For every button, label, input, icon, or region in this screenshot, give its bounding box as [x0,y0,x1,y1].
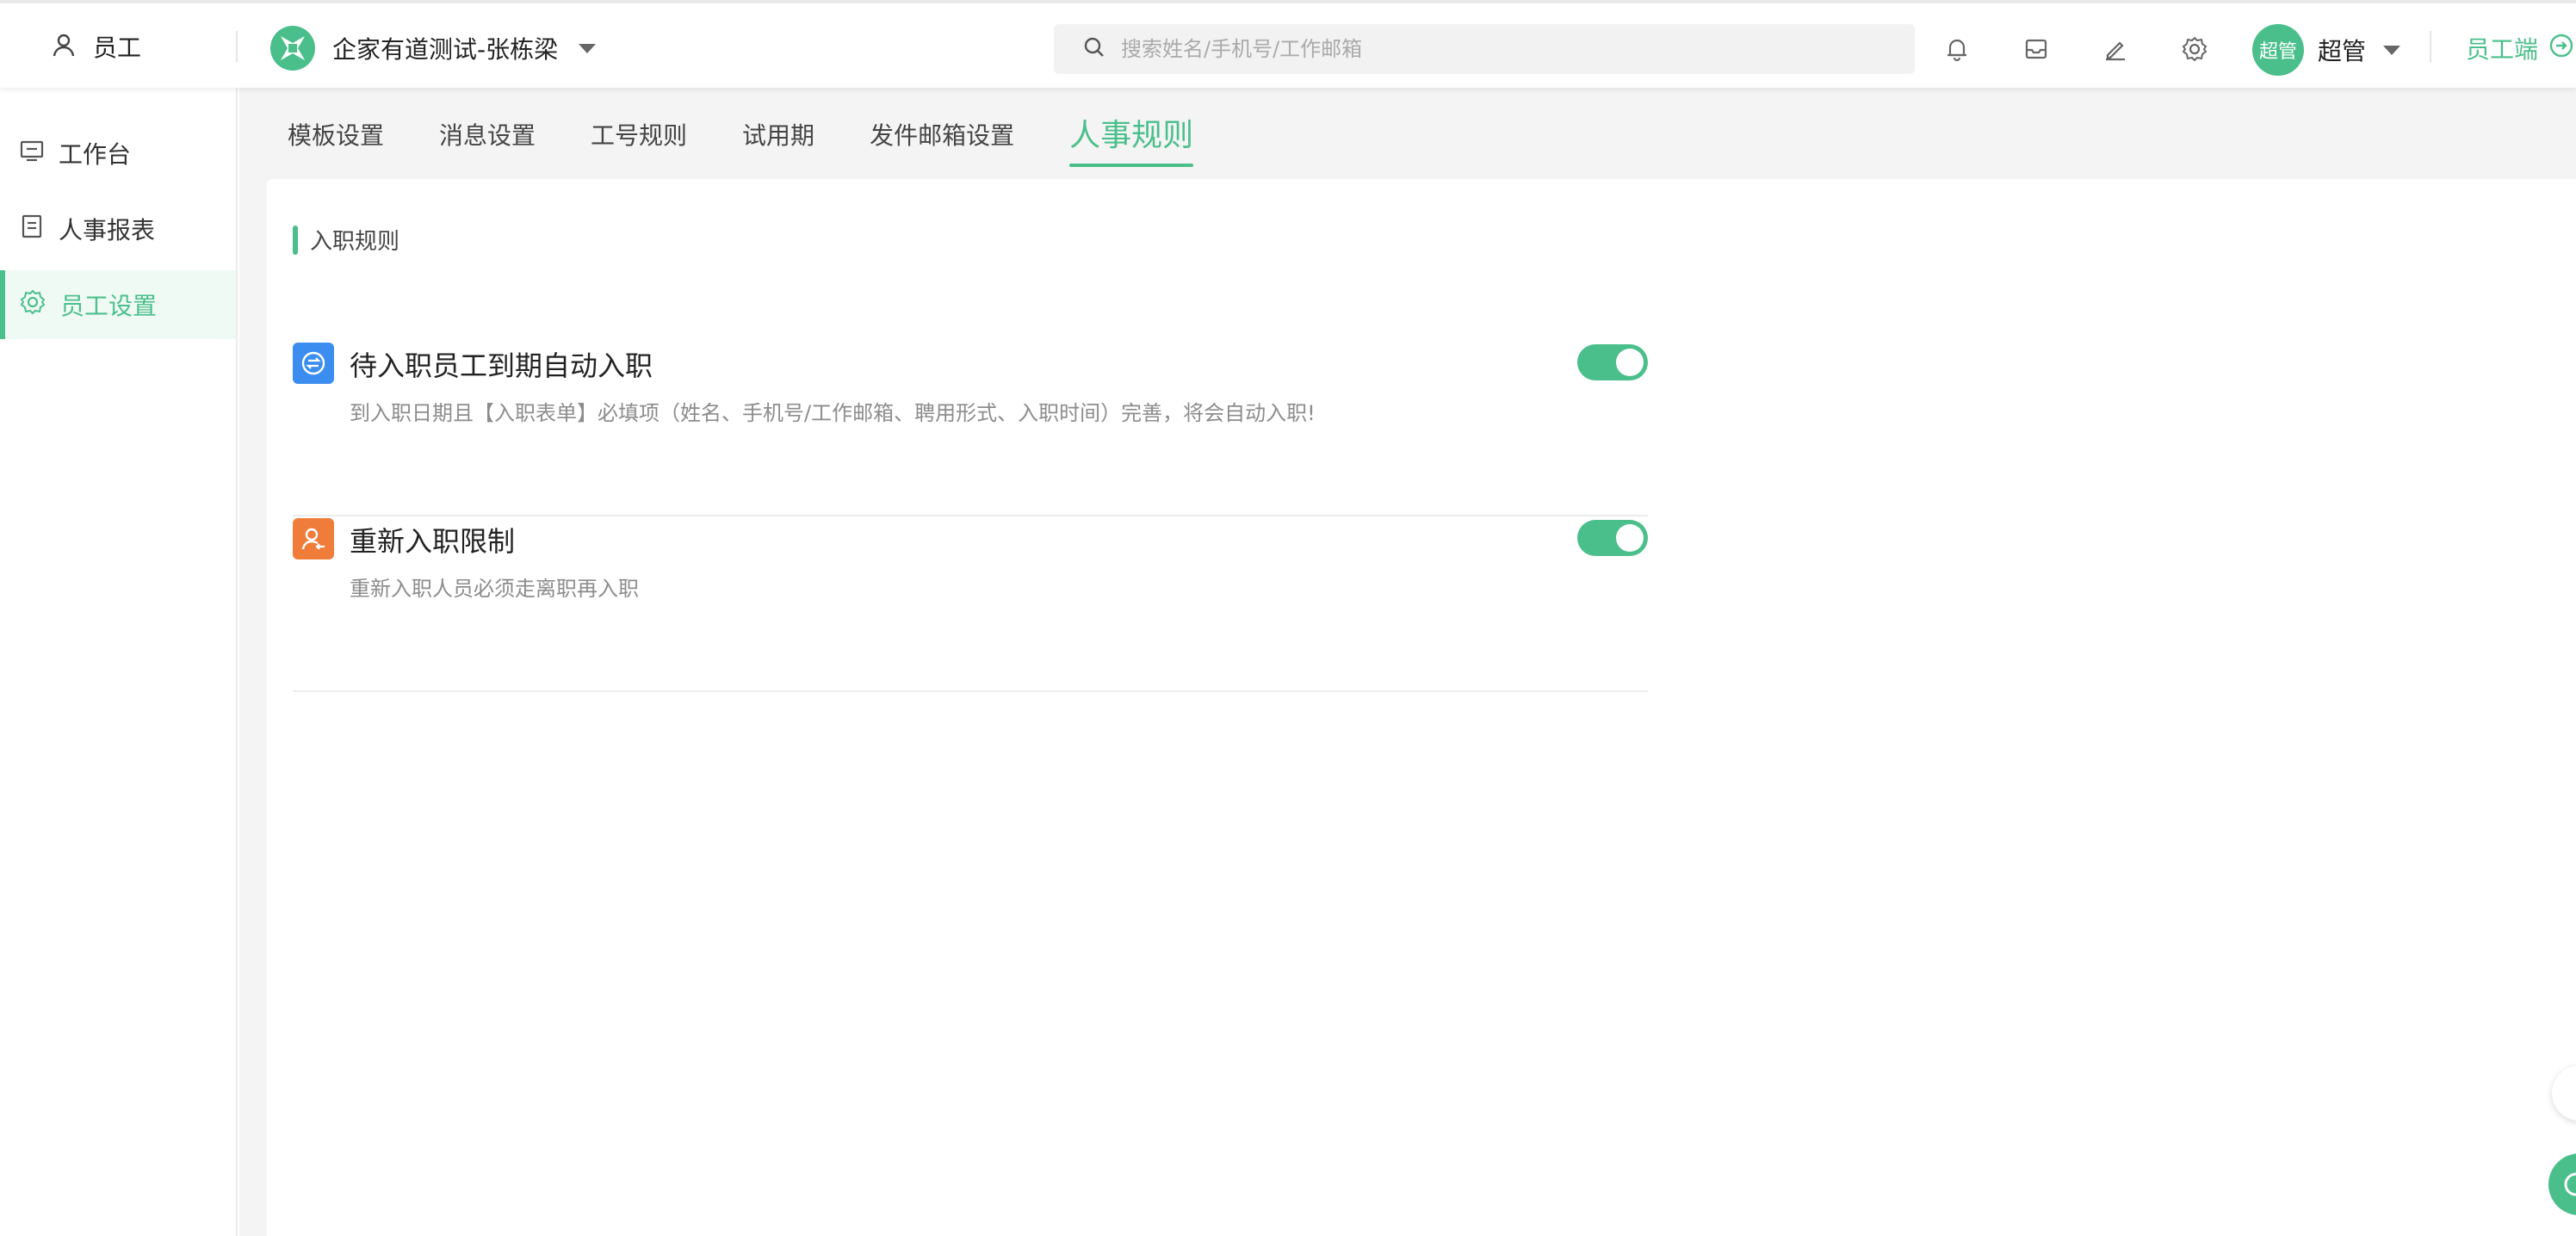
toggle-knob [1616,524,1644,552]
sidebar-item-label: 工作台 [59,140,132,169]
app-label: 员工 [93,34,142,62]
tab-template-settings[interactable]: 模板设置 [288,110,384,162]
settings-tabs: 模板设置 消息设置 工号规则 试用期 发件邮箱设置 人事规则 [288,110,1248,167]
divider [2430,31,2431,62]
divider [236,31,238,62]
edit-icon[interactable] [2101,34,2130,64]
tab-sender-email-settings[interactable]: 发件邮箱设置 [870,110,1014,162]
company-name: 企家有道测试-张栋梁 [332,35,559,64]
auto-entry-toggle[interactable] [1577,344,1648,380]
rule-description: 重新入职人员必须走离职再入职 [350,577,639,601]
search-icon [1083,36,1105,62]
company-switcher[interactable]: 企家有道测试-张栋梁 [270,26,597,71]
rules-card: 入职规则 待入职员工到期自动入职 到入职日期且【入职表单】必填项（姓名、手机号/… [267,179,2576,1236]
section-accent-bar [293,225,298,255]
app-switcher[interactable]: 员工 [50,29,141,64]
re-entry-limit-toggle[interactable] [1577,520,1648,556]
section-header: 入职规则 [293,224,399,256]
sidebar-item-workbench[interactable]: 工作台 [0,119,236,188]
gear-icon [19,288,46,322]
search-input[interactable] [1121,37,1879,61]
rule-auto-entry: 待入职员工到期自动入职 到入职日期且【入职表单】必填项（姓名、手机号/工作邮箱、… [293,343,1648,516]
user-menu[interactable]: 超管 超管 [2252,24,2401,76]
auto-entry-icon [293,343,334,384]
tab-employee-id-rules[interactable]: 工号规则 [591,110,687,162]
chat-icon [2561,1169,2576,1203]
tab-message-settings[interactable]: 消息设置 [439,110,536,162]
rule-re-entry-limit: 重新入职限制 重新入职人员必须走离职再入职 [293,518,1648,692]
sidebar: 工作台 人事报表 员工设置 [0,88,238,1236]
avatar: 超管 [2252,24,2304,76]
sidebar-item-hr-report[interactable]: 人事报表 [0,195,236,263]
report-icon [19,213,45,245]
company-logo-icon [270,26,315,71]
toggle-knob [1616,349,1644,376]
sidebar-item-employee-settings[interactable]: 员工设置 [0,270,236,339]
sidebar-item-label: 员工设置 [60,292,158,320]
rule-description: 到入职日期且【入职表单】必填项（姓名、手机号/工作邮箱、聘用形式、入职时间）完善… [350,401,1316,425]
tab-probation[interactable]: 试用期 [742,110,814,162]
bell-icon[interactable] [1942,34,1972,64]
employee-portal-label: 员工端 [2466,35,2539,64]
workbench-icon [19,138,45,170]
caret-down-icon [2383,45,2401,55]
caret-down-icon [579,43,597,53]
rule-title: 待入职员工到期自动入职 [350,349,653,382]
employee-portal-link[interactable]: 员工端 [2466,31,2574,65]
tab-hr-rules[interactable]: 人事规则 [1069,110,1194,167]
user-name: 超管 [2318,37,2367,65]
re-entry-user-icon [293,518,334,559]
top-bar: 员工 企家有道测试-张栋梁 超管 超管 员工端 [0,0,2576,88]
rule-title: 重新入职限制 [350,525,516,558]
section-title: 入职规则 [310,229,400,255]
gear-icon[interactable] [2180,34,2209,64]
user-outline-icon [50,31,77,62]
arrow-circle-icon [2548,33,2574,65]
search-box [1054,24,1915,74]
inbox-icon[interactable] [2022,34,2051,64]
sidebar-item-label: 人事报表 [59,216,156,244]
